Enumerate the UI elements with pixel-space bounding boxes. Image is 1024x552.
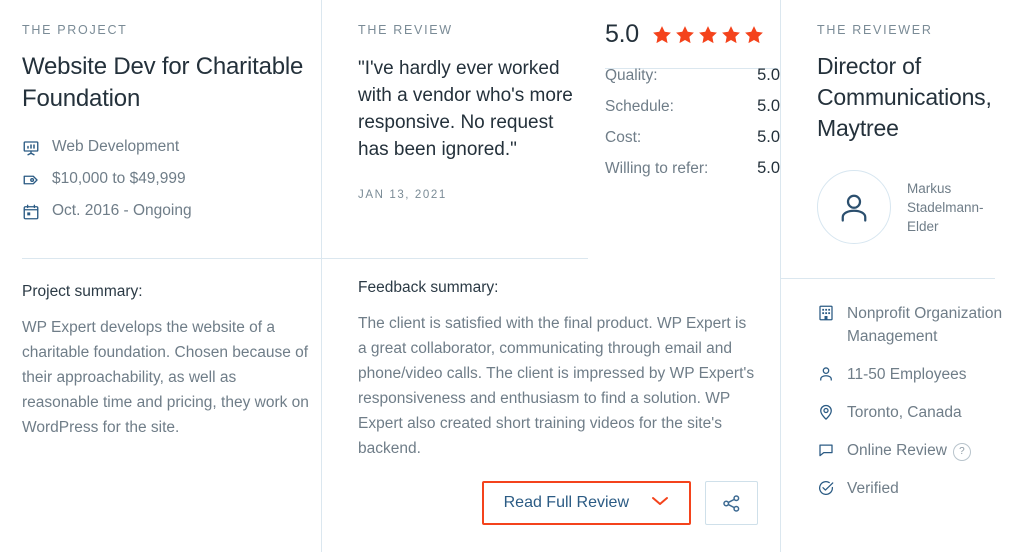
- company-detail-industry: Nonprofit Organization Management: [817, 302, 1012, 348]
- project-meta-item-category: Web Development: [22, 137, 307, 157]
- rating-breakdown-list: Quality: 5.0 Schedule: 5.0 Cost: 5.0 Wil…: [605, 66, 780, 178]
- company-detail-size: 11-50 Employees: [817, 363, 1012, 386]
- project-meta-item-timeline: Oct. 2016 - Ongoing: [22, 201, 307, 221]
- presentation-chart-icon: [22, 139, 40, 157]
- rating-label-schedule: Schedule:: [605, 98, 674, 115]
- calendar-icon: [22, 203, 40, 221]
- reviewer-title: Director of Communications, Maytree: [817, 53, 992, 141]
- review-column: THE REVIEW "I've hardly ever worked with…: [358, 23, 580, 201]
- share-button[interactable]: [705, 481, 758, 525]
- review-section-divider: [322, 258, 588, 259]
- rating-row-cost: Cost: 5.0: [605, 128, 780, 147]
- location-pin-icon: [817, 403, 835, 421]
- project-summary-text: WP Expert develops the website of a char…: [22, 319, 309, 436]
- avatar: [817, 170, 891, 244]
- star-icon: [698, 25, 717, 43]
- reviewer-column: THE REVIEWER Director of Communications,…: [817, 23, 1007, 244]
- project-summary-block: Project summary: WP Expert develops the …: [22, 283, 314, 440]
- company-detail-verified: Verified: [817, 477, 1012, 500]
- feedback-summary-text: The client is satisfied with the final p…: [358, 315, 755, 457]
- building-icon: [817, 304, 835, 322]
- rating-label-willing-to-refer: Willing to refer:: [605, 160, 709, 177]
- project-eyebrow: THE PROJECT: [22, 23, 128, 37]
- person-avatar-icon: [836, 189, 872, 225]
- chevron-down-icon: [651, 494, 669, 512]
- column-divider-right: [780, 0, 781, 552]
- check-circle-icon: [817, 479, 835, 497]
- star-rating: [651, 24, 765, 46]
- share-icon: [721, 493, 742, 514]
- company-size-label: 11-50 Employees: [847, 366, 967, 383]
- review-quote: "I've hardly ever worked with a vendor w…: [358, 58, 573, 160]
- overall-score-value: 5.0: [605, 20, 639, 48]
- company-detail-review-source: Online Review?: [817, 439, 1012, 462]
- rating-row-willing-to-refer: Willing to refer: 5.0: [605, 159, 780, 178]
- rating-row-quality: Quality: 5.0: [605, 66, 780, 85]
- read-full-review-label: Read Full Review: [503, 494, 629, 511]
- rating-value-cost: 5.0: [757, 128, 780, 146]
- project-meta-item-budget: $10,000 to $49,999: [22, 169, 307, 189]
- review-card: THE PROJECT Website Dev for Charitable F…: [0, 0, 1024, 552]
- rating-value-willing-to-refer: 5.0: [757, 159, 780, 177]
- rating-label-quality: Quality:: [605, 67, 658, 84]
- project-column: THE PROJECT Website Dev for Charitable F…: [22, 23, 307, 233]
- review-date: JAN 13, 2021: [358, 189, 447, 201]
- reviewer-eyebrow: THE REVIEWER: [817, 23, 933, 37]
- column-divider-left: [321, 0, 322, 552]
- project-section-divider: [22, 258, 321, 259]
- project-title: Website Dev for Charitable Foundation: [22, 53, 304, 112]
- feedback-summary-block: Feedback summary: The client is satisfie…: [358, 279, 758, 461]
- reviewer-section-divider: [780, 278, 995, 279]
- review-actions: Read Full Review: [358, 481, 758, 525]
- star-icon: [744, 25, 763, 43]
- rating-value-schedule: 5.0: [757, 97, 780, 115]
- person-icon: [817, 365, 835, 383]
- company-detail-location: Toronto, Canada: [817, 401, 1012, 424]
- feedback-summary-heading: Feedback summary:: [358, 279, 499, 296]
- speech-bubble-icon: [817, 441, 835, 459]
- reviewer-name: Markus Stadelmann-Elder: [907, 180, 984, 234]
- review-eyebrow: THE REVIEW: [358, 23, 453, 37]
- company-details-list: Nonprofit Organization Management 11-50 …: [817, 302, 1012, 515]
- ratings-panel: 5.0 Quality: 5.0 Schedule: 5.0 Cost: 5.0…: [605, 20, 780, 190]
- star-icon: [721, 25, 740, 43]
- project-budget-label: $10,000 to $49,999: [52, 170, 186, 187]
- verified-label: Verified: [847, 480, 899, 497]
- reviewer-identity: Markus Stadelmann-Elder: [817, 170, 1007, 244]
- rating-row-schedule: Schedule: 5.0: [605, 97, 780, 116]
- price-tag-icon: [22, 171, 40, 189]
- rating-value-quality: 5.0: [757, 66, 780, 84]
- rating-label-cost: Cost:: [605, 129, 642, 146]
- company-industry-label: Nonprofit Organization Management: [847, 305, 1003, 345]
- star-icon: [652, 25, 671, 43]
- project-category-label: Web Development: [52, 138, 180, 155]
- project-meta-list: Web Development $10,000 to $49,999 Oct. …: [22, 137, 307, 221]
- star-icon: [675, 25, 694, 43]
- overall-score-row: 5.0: [605, 20, 780, 49]
- help-icon[interactable]: ?: [952, 442, 971, 461]
- project-summary-heading: Project summary:: [22, 283, 143, 300]
- project-timeline-label: Oct. 2016 - Ongoing: [52, 202, 192, 219]
- read-full-review-button[interactable]: Read Full Review: [481, 481, 691, 525]
- company-location-label: Toronto, Canada: [847, 404, 962, 421]
- review-source-label: Online Review: [847, 442, 947, 459]
